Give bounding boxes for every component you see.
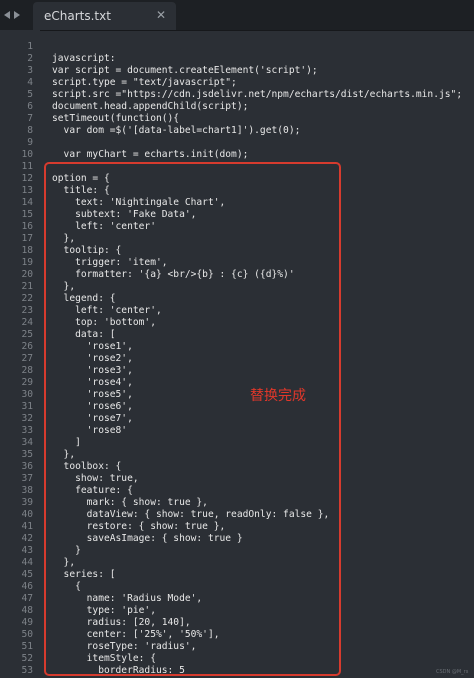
line-number: 18 [21,245,33,256]
line-number: 4 [27,77,33,88]
line-number: 35 [21,449,33,460]
line-number: 15 [21,209,33,220]
code-text: script.src ="https://cdn.jsdelivr.net/np… [52,89,463,100]
arrow-right-icon[interactable] [14,11,20,19]
line-number: 44 [21,557,33,568]
line-number: 19 [21,257,33,268]
line-number: 36 [21,461,33,472]
line-number: 23 [21,305,33,316]
code-line: 4 script.type = "text/javascript"; [0,77,474,89]
line-number: 8 [27,125,33,136]
line-number: 11 [21,161,33,172]
line-number: 31 [21,401,33,412]
code-text: document.head.appendChild(script); [52,101,249,112]
line-number: 51 [21,641,33,652]
line-number: 3 [27,65,33,76]
arrow-left-icon[interactable] [4,11,10,19]
line-number: 24 [21,317,33,328]
tab-navigation [4,7,32,23]
code-line: 1 [0,41,474,53]
line-number: 1 [27,41,33,52]
line-number: 50 [21,629,33,640]
line-number: 9 [27,137,33,148]
code-text: javascript: [52,53,116,64]
code-line: 10 var myChart = echarts.init(dom); [0,149,474,161]
code-line: 5 script.src ="https://cdn.jsdelivr.net/n… [0,89,474,101]
code-line: 8 var dom =$('[data-label=chart1]').get(… [0,125,474,137]
line-number: 30 [21,389,33,400]
code-text: setTimeout(function(){ [52,113,180,124]
line-number: 13 [21,185,33,196]
code-line: 6 document.head.appendChild(script); [0,101,474,113]
code-text: var myChart = echarts.init(dom); [52,149,249,160]
line-number: 29 [21,377,33,388]
watermark: CSDN @M_rs [436,669,469,675]
line-number: 14 [21,197,33,208]
highlight-box [44,162,341,676]
line-number: 37 [21,473,33,484]
line-number: 5 [27,89,33,100]
code-line: 3 var script = document.createElement('sc… [0,65,474,77]
line-number: 40 [21,509,33,520]
line-number: 32 [21,413,33,424]
annotation-text: 替换完成 [250,388,306,404]
line-number: 2 [27,53,33,64]
line-number: 45 [21,569,33,580]
line-number: 21 [21,281,33,292]
line-number: 33 [21,425,33,436]
line-number: 17 [21,233,33,244]
line-number: 28 [21,365,33,376]
line-number: 53 [21,665,33,676]
line-number: 10 [21,149,33,160]
code-line: 9 [0,137,474,149]
line-number: 12 [21,173,33,184]
tab-bar: eCharts.txt ✕ [0,0,474,31]
code-text: var script = document.createElement('scr… [52,65,318,76]
line-number: 52 [21,653,33,664]
code-line: 7 setTimeout(function(){ [0,113,474,125]
code-text: script.type = "text/javascript"; [52,77,237,88]
tab-title: eCharts.txt [44,9,111,23]
line-number: 20 [21,269,33,280]
line-number: 7 [27,113,33,124]
line-number: 16 [21,221,33,232]
code-line: 2 javascript: [0,53,474,65]
line-number: 41 [21,521,33,532]
line-number: 25 [21,329,33,340]
code-text: var dom =$('[data-label=chart1]').get(0)… [52,125,301,136]
line-number: 48 [21,605,33,616]
line-number: 47 [21,593,33,604]
line-number: 6 [27,101,33,112]
line-number: 43 [21,545,33,556]
line-number: 39 [21,497,33,508]
tab-echarts-txt[interactable]: eCharts.txt ✕ [33,2,176,30]
line-number: 38 [21,485,33,496]
line-number: 34 [21,437,33,448]
line-number: 42 [21,533,33,544]
line-number: 27 [21,353,33,364]
close-icon[interactable]: ✕ [154,8,168,22]
line-number: 26 [21,341,33,352]
line-number: 46 [21,581,33,592]
line-number: 22 [21,293,33,304]
line-number: 49 [21,617,33,628]
